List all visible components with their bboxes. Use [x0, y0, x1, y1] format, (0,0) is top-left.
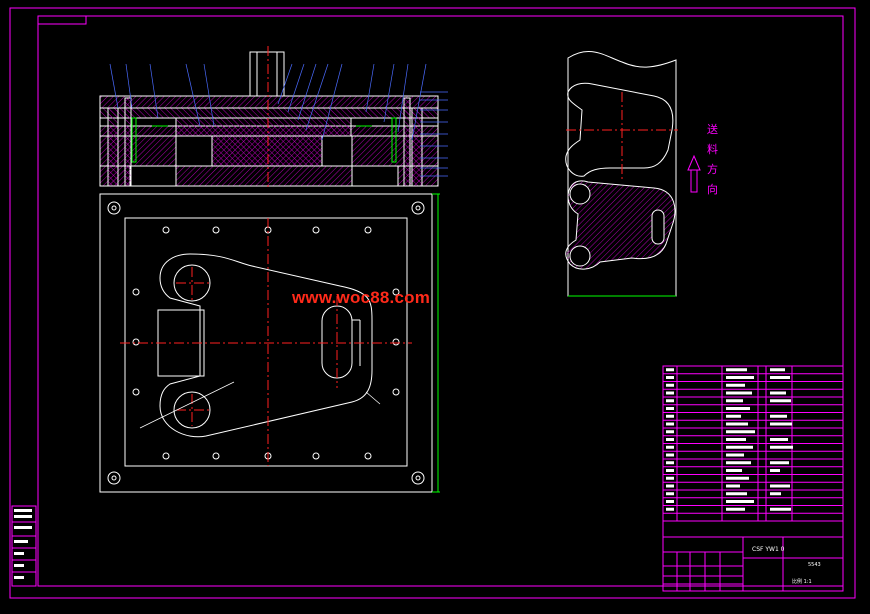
row-number-mark [666, 476, 674, 480]
row-name-mark [726, 414, 741, 418]
row-name-mark [726, 422, 748, 426]
parts-list-table [662, 365, 844, 538]
row-number-mark [666, 422, 674, 426]
left-stamp-table [11, 505, 37, 587]
row-name-mark [726, 507, 745, 511]
row-number-mark [666, 484, 674, 488]
row-material-mark [770, 461, 789, 465]
row-material-mark [770, 507, 791, 511]
row-material-mark [770, 484, 790, 488]
row-number-mark [666, 453, 674, 457]
row-name-mark [726, 376, 754, 379]
row-number-mark [666, 376, 674, 379]
row-material-mark [770, 438, 788, 441]
row-number-mark [666, 414, 674, 418]
sheet-note: 比例 1:1 [792, 578, 812, 585]
feed-char-3: 方 [707, 163, 718, 176]
row-name-mark [726, 469, 742, 472]
row-material-mark [770, 445, 793, 449]
drawing-canvas: CSF YW1 0 5543 比例 1:1 [9, 7, 856, 599]
row-material-mark [770, 391, 786, 395]
row-number-mark [666, 407, 674, 410]
row-name-mark [726, 500, 754, 503]
row-name-mark [726, 492, 747, 496]
feed-char-2: 料 [707, 143, 718, 156]
row-name-mark [726, 430, 755, 434]
feed-direction-label: 送 料 方 向 [707, 120, 721, 200]
row-number-mark [666, 430, 674, 434]
row-material-mark [770, 422, 792, 426]
row-number-mark [666, 500, 674, 503]
row-name-mark [726, 383, 745, 387]
row-material-mark [770, 469, 780, 472]
company-code: 5543 [808, 562, 821, 568]
drawing-number: CSF YW1 0 [752, 546, 785, 553]
row-name-mark [726, 476, 749, 480]
row-number-mark [666, 383, 674, 387]
die-plan-view [99, 193, 440, 493]
row-number-mark [666, 391, 674, 395]
row-name-mark [726, 407, 750, 410]
die-section-view [99, 46, 448, 190]
strip-layout-view [565, 51, 701, 297]
row-name-mark [726, 461, 751, 465]
feed-char-1: 送 [707, 123, 718, 136]
row-number-mark [666, 492, 674, 496]
row-name-mark [726, 445, 753, 449]
row-material-mark [770, 492, 781, 496]
row-number-mark [666, 469, 674, 472]
row-number-mark [666, 438, 674, 441]
watermark-text: www.woc88.com [292, 288, 431, 307]
row-material-mark [770, 368, 785, 372]
row-number-mark [666, 368, 674, 372]
row-number-mark [666, 461, 674, 465]
row-name-mark [726, 391, 752, 395]
row-number-mark [666, 445, 674, 449]
row-material-mark [770, 376, 790, 379]
row-name-mark [726, 453, 744, 457]
row-name-mark [726, 399, 743, 403]
row-material-mark [770, 414, 787, 418]
row-name-mark [726, 438, 746, 441]
row-number-mark [666, 507, 674, 511]
row-number-mark [666, 399, 674, 403]
row-material-mark [770, 399, 791, 403]
cad-drawing-sheet: CSF YW1 0 5543 比例 1:1 www.woc88.com 送 料 … [0, 0, 870, 614]
feed-char-4: 向 [707, 183, 718, 196]
row-name-mark [726, 484, 740, 488]
row-name-mark [726, 368, 747, 372]
